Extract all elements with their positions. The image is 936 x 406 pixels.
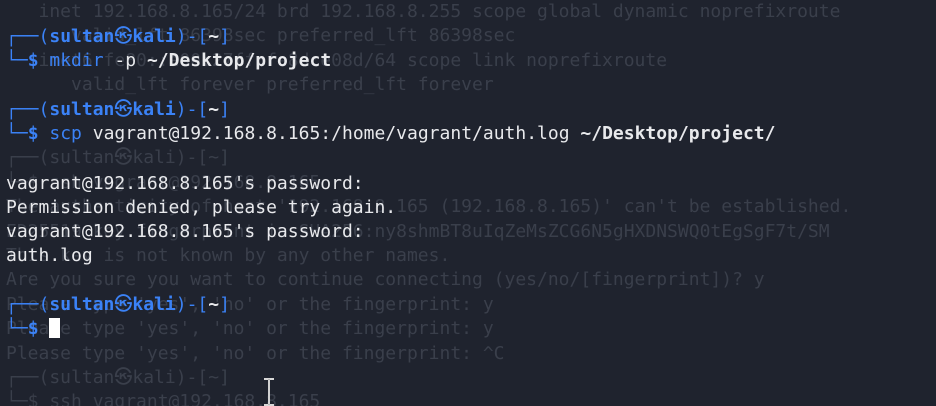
command-destination: ~/Desktop/project/ (580, 123, 776, 144)
prompt-at-symbol: ㉿ (114, 26, 133, 47)
ghost-line: inet 192.168.8.165/24 brd 192.168.8.255 … (6, 1, 841, 22)
output-line: Permission denied, please try again. (6, 197, 397, 218)
command-source: vagrant@192.168.8.165:/home/vagrant/auth… (92, 123, 570, 144)
prompt-line: ┌──(sultan㉿kali)-[~] (6, 294, 230, 315)
prompt-host: kali (132, 26, 176, 47)
command-line[interactable]: └─$ (6, 317, 61, 341)
prompt-host: kali (132, 294, 176, 315)
ghost-line: Are you sure you want to continue connec… (6, 269, 765, 291)
prompt-user: sultan (49, 294, 115, 315)
ibeam-cursor-icon (264, 378, 274, 406)
command-name: scp (49, 123, 82, 144)
prompt-host: kali (132, 99, 176, 120)
ghost-line: ┌──(sultan㉿kali)-[~] (6, 147, 230, 169)
ghost-line: Please type 'yes', 'no' or the fingerpri… (6, 318, 494, 340)
prompt-dir: ~ (208, 294, 220, 315)
command-flag: -p (114, 50, 137, 71)
ghost-line: Please type 'yes', 'no' or the fingerpri… (6, 342, 505, 364)
output-line: vagrant@192.168.8.165's password: (6, 173, 364, 194)
prompt-at-symbol: ㉿ (114, 99, 133, 120)
prompt-user: sultan (49, 99, 115, 120)
command-name: mkdir (49, 50, 104, 71)
command-line: └─$ scp vagrant@192.168.8.165:/home/vagr… (6, 123, 776, 144)
terminal-window[interactable]: inet 192.168.8.165/24 brd 192.168.8.255 … (0, 0, 936, 406)
prompt-line: ┌──(sultan㉿kali)-[~] (6, 26, 230, 47)
output-line: vagrant@192.168.8.165's password: (6, 221, 364, 242)
ghost-line: valid_lft forever preferred_lft forever (6, 74, 494, 96)
command-line: └─$ mkdir -p ~/Desktop/project (6, 50, 332, 71)
text-cursor (49, 318, 61, 338)
command-path: ~/Desktop/project (146, 50, 332, 71)
output-line: auth.log (6, 245, 93, 266)
prompt-dir: ~ (208, 26, 220, 47)
prompt-line: ┌──(sultan㉿kali)-[~] (6, 99, 230, 120)
ghost-line: ┌──(sultan㉿kali)-[~] (6, 367, 230, 388)
prompt-user: sultan (49, 26, 115, 47)
prompt-dir: ~ (208, 99, 220, 120)
prompt-at-symbol: ㉿ (114, 294, 133, 315)
